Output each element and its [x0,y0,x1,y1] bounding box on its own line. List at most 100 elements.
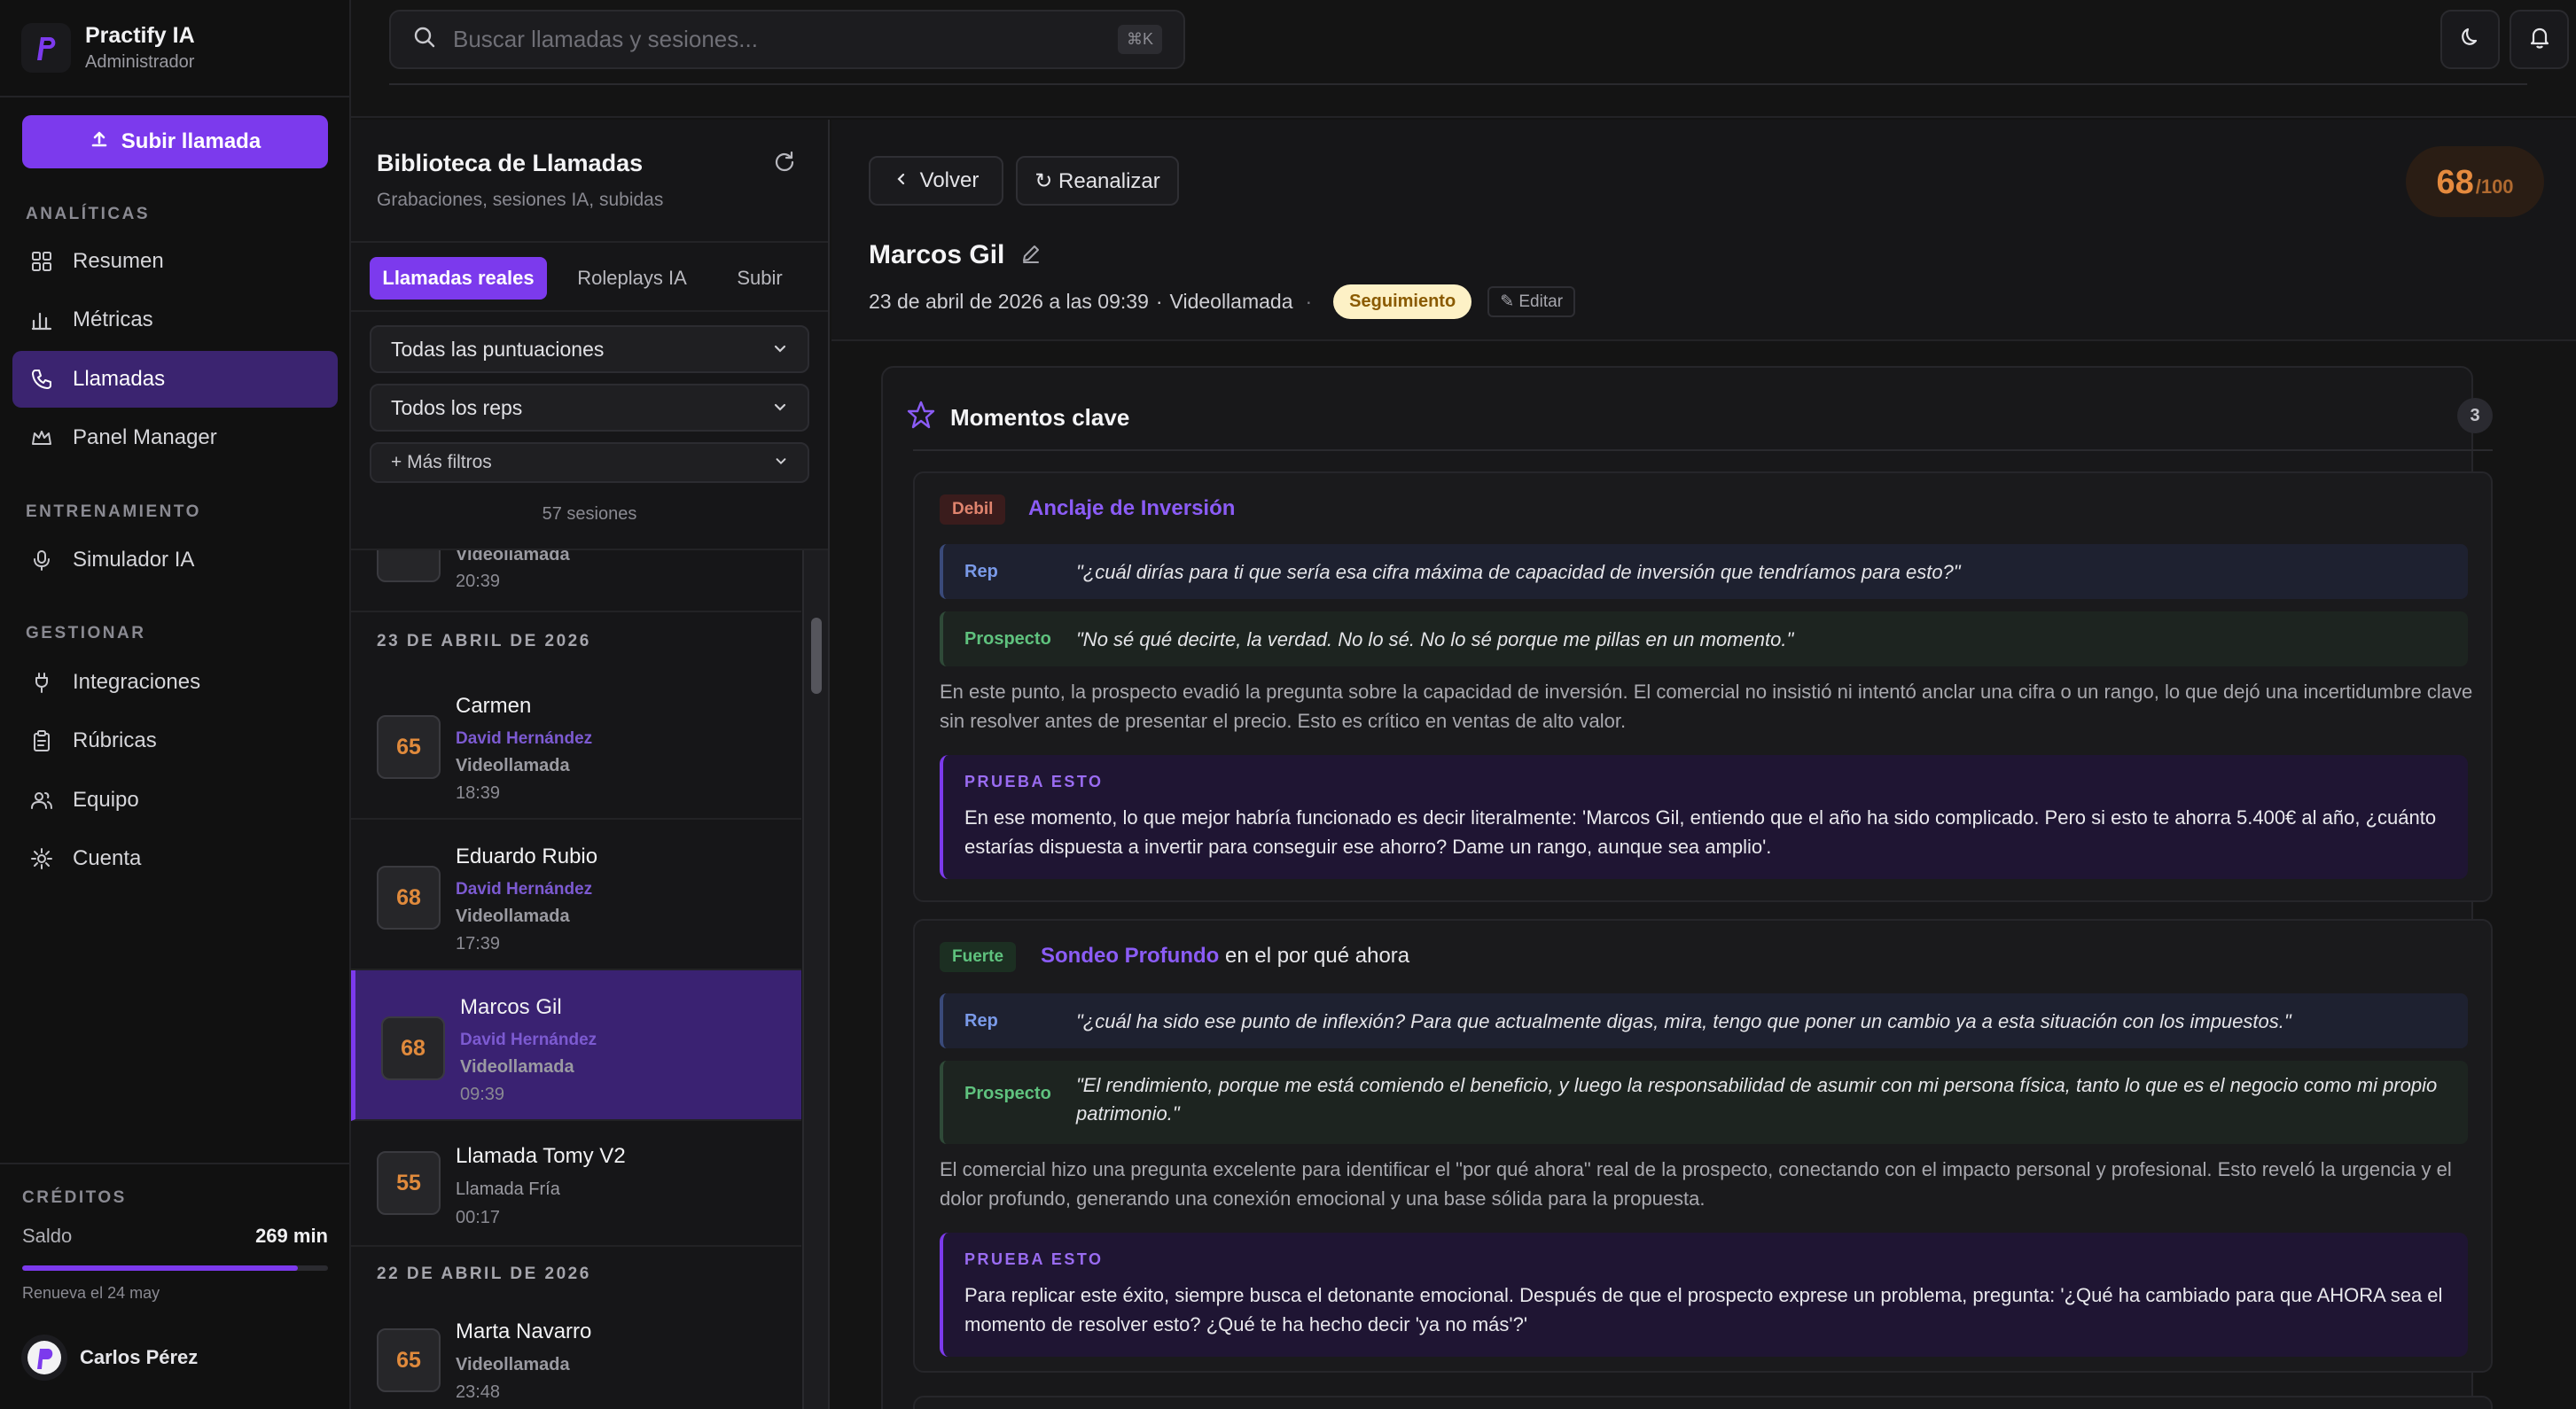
refresh-icon [771,149,798,180]
notifications-button[interactable] [2510,10,2569,69]
section-training: ENTRENAMIENTO [26,502,201,521]
quote-speaker: Rep [964,562,998,581]
list-item[interactable]: 55 Llamada Tomy V2 Llamada Fría 00:17 [351,1121,801,1247]
detail-header: Volver ↻ Reanalizar 68 /100 Marcos Gil 2… [831,120,2576,341]
score-badge: 65 [377,1328,441,1392]
sidebar-item-resumen[interactable]: Resumen [12,233,338,290]
grid-icon [28,248,55,275]
chevron-left-icon [894,168,909,193]
brand[interactable]: Practify IA Administrador [21,23,195,73]
meta-separator: · [1305,290,1313,313]
try-this-text: Para replicar este éxito, siempre busca … [964,1284,2443,1335]
divider [351,310,828,312]
sidebar-item-equipo[interactable]: Equipo [12,772,338,829]
search-input[interactable]: Buscar llamadas y sesiones... ⌘K [389,10,1185,69]
sidebar-item-panel-manager[interactable]: Panel Manager [12,409,338,466]
edit-name-button[interactable] [1018,242,1044,269]
quote-text: "El rendimiento, porque me está comiendo… [1076,1074,2438,1125]
list-item-selected[interactable]: 68 Marcos Gil David Hernández Videollama… [351,970,801,1121]
key-moment: Debil Anclaje de Inversión Rep "¿cuál di… [913,471,2493,902]
upload-call-button[interactable]: Subir llamada [22,115,328,168]
date-header: 22 DE ABRIL DE 2026 [377,1265,591,1283]
moment-title: Anclaje de Inversión [1028,496,1235,521]
prospect-quote: Prospecto "No sé qué decirte, la verdad.… [940,611,2468,666]
divider [351,241,828,243]
credits-balance: Saldo 269 min [22,1225,328,1248]
call-type: Videollamada [460,1057,574,1077]
user-menu[interactable]: Carlos Pérez [21,1335,198,1381]
back-label: Volver [919,168,980,192]
back-button[interactable]: Volver [869,156,1003,206]
sidebar-item-rubricas[interactable]: Rúbricas [12,712,338,769]
status-badge[interactable]: Seguimiento [1333,284,1472,319]
sidebar-item-simulador[interactable]: Simulador IA [12,532,338,588]
scrollbar[interactable] [802,550,828,1409]
call-time: 20:39 [456,572,501,591]
theme-toggle-button[interactable] [2440,10,2500,69]
call-time: 00:17 [456,1208,501,1227]
divider [913,449,2493,451]
chevron-down-icon [774,452,788,473]
sidebar-item-label: Integraciones [73,670,201,694]
sidebar-item-metricas[interactable]: Métricas [12,292,338,348]
call-time: 17:39 [456,934,501,954]
tab-upload[interactable]: Subir [717,257,802,300]
refresh-button[interactable] [769,149,800,179]
gear-icon [28,845,55,872]
more-filters-button[interactable]: + Más filtros [370,442,809,483]
avatar [21,1335,67,1381]
rep-filter-select[interactable]: Todos los reps [370,384,809,432]
pencil-icon [1020,243,1042,269]
try-this-title: PRUEBA ESTO [964,1250,1104,1268]
sidebar-item-label: Métricas [73,307,153,331]
sidebar-item-cuenta[interactable]: Cuenta [12,830,338,887]
list-item[interactable]: Videollamada 20:39 [351,550,801,612]
list-item[interactable]: 65 Marta Navarro Videollamada 23:48 [351,1300,801,1409]
call-date: 23 de abril de 2026 a las 09:39 [869,290,1149,313]
prospect-quote: Prospecto "El rendimiento, porque me est… [940,1061,2468,1144]
quote-text: "¿cuál dirías para ti que sería esa cifr… [1076,561,1961,583]
try-this-box: PRUEBA ESTO Para replicar este éxito, si… [940,1233,2468,1357]
sidebar-item-integraciones[interactable]: Integraciones [12,654,338,711]
call-type: Videollamada [456,550,570,564]
edit-button[interactable]: ✎ Editar [1487,286,1576,317]
search-icon [412,25,437,54]
upload-call-label: Subir llamada [121,129,262,153]
quote-text: "¿cuál ha sido ese punto de inflexión? P… [1076,1010,2291,1032]
chevron-down-icon [772,338,788,362]
score-filter-select[interactable]: Todas las puntuaciones [370,325,809,373]
user-role: Administrador [85,52,195,72]
sidebar-item-label: Panel Manager [73,425,217,449]
tab-real-calls[interactable]: Llamadas reales [370,257,547,300]
sidebar-item-llamadas[interactable]: Llamadas [12,351,338,408]
search-placeholder: Buscar llamadas y sesiones... [453,26,758,52]
score-value: 68 [2436,164,2474,201]
moment-tag: Fuerte [940,942,1017,972]
phone-icon [28,366,55,393]
sidebar-item-label: Llamadas [73,367,166,391]
tab-ai-roleplays[interactable]: Roleplays IA [554,257,710,300]
sidebar-item-label: Cuenta [73,846,142,870]
key-moment: Fuerte Sondeo Profundo en el por qué aho… [913,919,2493,1373]
rep-quote: Rep "¿cuál ha sido ese punto de inflexió… [940,993,2468,1048]
call-name: Eduardo Rubio [456,845,598,868]
call-type: Videollamada [456,756,570,775]
credits-progress-bar [22,1265,328,1271]
score-badge: 55 [377,1151,441,1215]
list-item[interactable]: 68 Eduardo Rubio David Hernández Videoll… [351,820,801,970]
moment-title: Sondeo Profundo en el por qué ahora [1041,944,1409,969]
credits-renew: Renueva el 24 may [22,1284,160,1302]
call-type: Videollamada [456,907,570,926]
sidebar-item-label: Resumen [73,249,164,273]
call-type: Videollamada [1169,290,1293,313]
logo [21,23,71,73]
call-rep: David Hernández [460,1031,597,1049]
library-title: Biblioteca de Llamadas [377,150,644,176]
scrollbar-thumb[interactable] [811,618,822,694]
list-item[interactable]: 65 Carmen David Hernández Videollamada 1… [351,669,801,820]
score-max: /100 [2475,175,2514,198]
contact-name: Marcos Gil [869,240,1005,269]
more-filters-label: + Más filtros [391,452,492,472]
app-name: Practify IA [85,23,195,48]
reanalyze-button[interactable]: ↻ Reanalizar [1016,156,1179,206]
